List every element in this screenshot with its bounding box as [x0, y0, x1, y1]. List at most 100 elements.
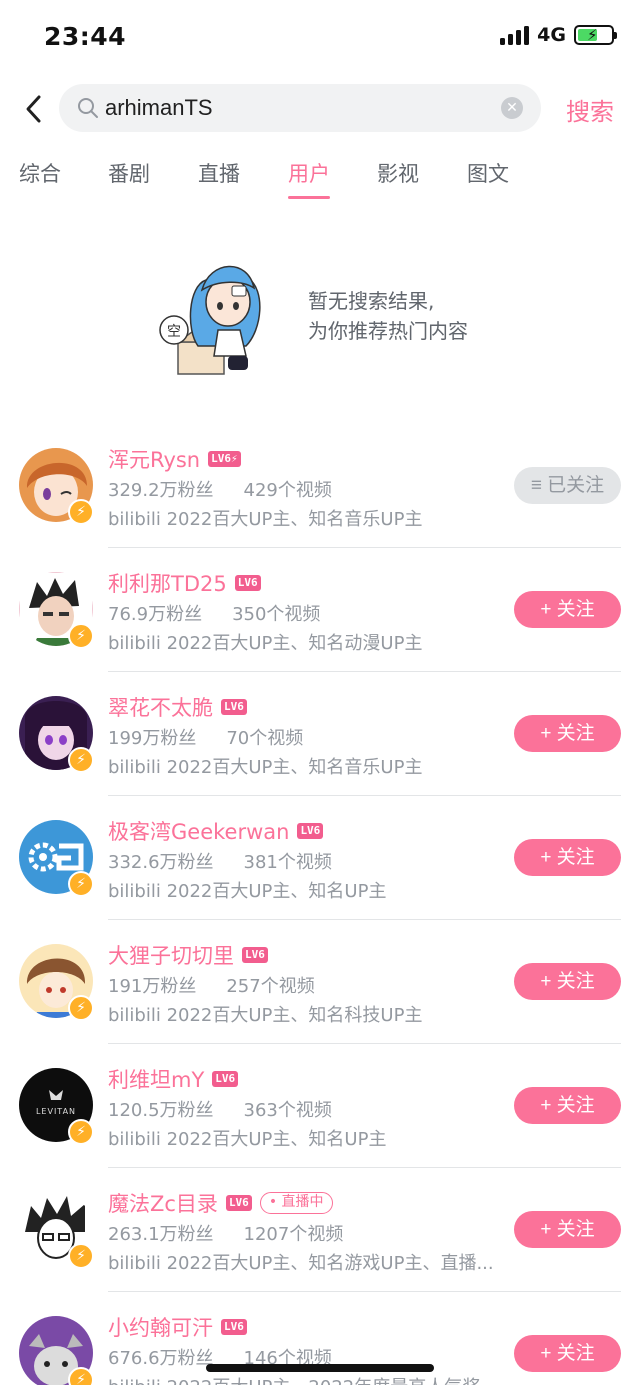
empty-bubble-text: 空: [167, 324, 181, 340]
level-badge: LV6: [297, 823, 324, 839]
fans-count: 263.1万粉丝: [108, 1224, 214, 1245]
level-badge: LV6: [212, 1071, 239, 1087]
fans-count: 120.5万粉丝: [108, 1100, 214, 1121]
tab-anime[interactable]: 番剧: [108, 158, 150, 188]
level-badge: LV6: [221, 699, 247, 715]
level-badge: LV6: [242, 947, 268, 963]
network-label: 4G: [537, 24, 566, 46]
user-description: bilibili 2022百大UP主、知名UP主: [108, 881, 387, 902]
fans-count: 199万粉丝: [108, 728, 197, 749]
video-count: 381个视频: [243, 852, 332, 873]
user-name[interactable]: 小约翰可汗: [108, 1316, 213, 1340]
user-name[interactable]: 魔法Zc目录: [108, 1192, 218, 1216]
empty-line-1: 暂无搜索结果,: [308, 289, 435, 313]
video-count: 350个视频: [232, 604, 321, 625]
user-name-row[interactable]: 小约翰可汗 LV6: [108, 1312, 247, 1342]
level-badge: LV6: [234, 575, 261, 591]
follow-button[interactable]: + 关注: [514, 715, 621, 752]
status-bar: 23:44 4G ⚡: [0, 0, 640, 76]
fans-count: 76.9万粉丝: [108, 604, 203, 625]
avatar-logo-text: LEVITAN: [36, 1107, 76, 1116]
fans-count: 329.2万粉丝: [108, 480, 214, 501]
user-name[interactable]: 大狸子切切里: [108, 944, 234, 968]
user-name[interactable]: 浑元Rysn: [108, 448, 200, 472]
user-row[interactable]: ⚡ 浑元Rysn LV6⚡ 329.2万粉丝 429个视频 bilibili 202…: [0, 424, 640, 548]
follow-button[interactable]: + 关注: [514, 963, 621, 1000]
search-box[interactable]: ✕: [59, 84, 541, 132]
tab-all[interactable]: 综合: [19, 158, 61, 188]
tab-live[interactable]: 直播: [198, 158, 240, 188]
user-name-row[interactable]: 魔法Zc目录 LV6 • 直播中: [108, 1188, 333, 1218]
user-name-row[interactable]: 极客湾Geekerwan LV6: [108, 816, 324, 846]
user-description: bilibili 2022百大UP主、知名音乐UP主: [108, 509, 423, 530]
empty-message: 暂无搜索结果, 为你推荐热门内容: [308, 286, 468, 346]
verified-icon: ⚡: [68, 1243, 94, 1269]
level-badge: LV6⚡: [208, 451, 241, 467]
video-count: 363个视频: [243, 1100, 332, 1121]
user-stats: 191万粉丝 257个视频: [108, 972, 315, 998]
follow-button[interactable]: + 关注: [514, 1211, 621, 1248]
user-row[interactable]: ⚡ 翠花不太脆 LV6 199万粉丝 70个视频 bilibili 2022百大UP…: [0, 672, 640, 796]
user-description: bilibili 2022百大UP主、知名游戏UP主、直播...: [108, 1253, 494, 1274]
fans-count: 332.6万粉丝: [108, 852, 214, 873]
user-row[interactable]: ⚡ 极客湾Geekerwan LV6 332.6万粉丝 381个视频 bilibil…: [0, 796, 640, 920]
user-name-row[interactable]: 大狸子切切里 LV6: [108, 940, 268, 970]
back-arrow-icon[interactable]: [20, 92, 50, 126]
user-name-row[interactable]: 翠花不太脆 LV6: [108, 692, 247, 722]
video-count: 70个视频: [226, 728, 304, 749]
user-name-row[interactable]: 利维坦mY LV6: [108, 1064, 239, 1094]
user-description: bilibili 2022百大UP主、知名动漫UP主: [108, 633, 423, 654]
user-stats: 76.9万粉丝 350个视频: [108, 600, 320, 626]
live-status-badge[interactable]: • 直播中: [259, 1192, 333, 1214]
verified-icon: ⚡: [68, 1367, 94, 1385]
clear-icon[interactable]: ✕: [501, 97, 523, 119]
verified-icon: ⚡: [68, 747, 94, 773]
search-input[interactable]: [105, 84, 495, 132]
verified-icon: ⚡: [68, 871, 94, 897]
video-count: 429个视频: [243, 480, 332, 501]
user-stats: 329.2万粉丝 429个视频: [108, 476, 332, 502]
user-row[interactable]: ⚡ 魔法Zc目录 LV6 • 直播中 263.1万粉丝 1207个视频 bilibil…: [0, 1168, 640, 1292]
follow-button[interactable]: + 关注: [514, 591, 621, 628]
user-name[interactable]: 利利那TD25: [108, 572, 227, 596]
search-icon: [78, 98, 98, 118]
search-button[interactable]: 搜索: [566, 92, 614, 127]
followed-button[interactable]: ≡ 已关注: [514, 467, 621, 504]
status-time: 23:44: [44, 22, 127, 51]
user-description: bilibili 2022百大UP主、知名音乐UP主: [108, 757, 423, 778]
empty-mascot-illustration: 空: [159, 265, 261, 375]
user-stats: 332.6万粉丝 381个视频: [108, 848, 332, 874]
follow-button[interactable]: + 关注: [514, 1087, 621, 1124]
tab-movies[interactable]: 影视: [377, 158, 419, 188]
user-name[interactable]: 极客湾Geekerwan: [108, 820, 289, 844]
battery-icon: ⚡: [574, 25, 617, 45]
user-row[interactable]: ⚡ 利利那TD25 LV6 76.9万粉丝 350个视频 bilibili 2022…: [0, 548, 640, 672]
tab-articles[interactable]: 图文: [467, 158, 509, 188]
verified-icon: ⚡: [68, 623, 94, 649]
user-row[interactable]: LEVITAN ⚡ 利维坦mY LV6 120.5万粉丝 363个视频 bilibi…: [0, 1044, 640, 1168]
level-badge: LV6: [221, 1319, 247, 1335]
user-stats: 120.5万粉丝 363个视频: [108, 1096, 332, 1122]
user-name-row[interactable]: 利利那TD25 LV6: [108, 568, 261, 598]
verified-icon: ⚡: [68, 1119, 94, 1145]
signal-icon: [500, 25, 530, 45]
empty-state: 空 暂无搜索结果, 为你推荐热门内容: [0, 240, 640, 390]
user-stats: 263.1万粉丝 1207个视频: [108, 1220, 343, 1246]
user-row[interactable]: ⚡ 大狸子切切里 LV6 191万粉丝 257个视频 bilibili 2022百大…: [0, 920, 640, 1044]
user-description: bilibili 2022百大UP主、知名科技UP主: [108, 1005, 423, 1026]
verified-icon: ⚡: [68, 499, 94, 525]
tab-bar: 综合 番剧 直播 用户 影视 图文: [0, 158, 640, 202]
user-description: bilibili 2022百大UP主、2022年度最高人气奖: [108, 1373, 508, 1385]
follow-button[interactable]: + 关注: [514, 1335, 621, 1372]
user-name[interactable]: 利维坦mY: [108, 1068, 204, 1092]
user-name-row[interactable]: 浑元Rysn LV6⚡: [108, 444, 241, 474]
home-indicator[interactable]: [206, 1364, 434, 1372]
tab-users[interactable]: 用户: [288, 158, 330, 199]
fans-count: 676.6万粉丝: [108, 1348, 214, 1369]
level-badge: LV6: [225, 1195, 252, 1211]
search-bar: ✕ 搜索: [0, 84, 640, 134]
video-count: 257个视频: [226, 976, 315, 997]
verified-icon: ⚡: [68, 995, 94, 1021]
follow-button[interactable]: + 关注: [514, 839, 621, 876]
user-name[interactable]: 翠花不太脆: [108, 696, 213, 720]
